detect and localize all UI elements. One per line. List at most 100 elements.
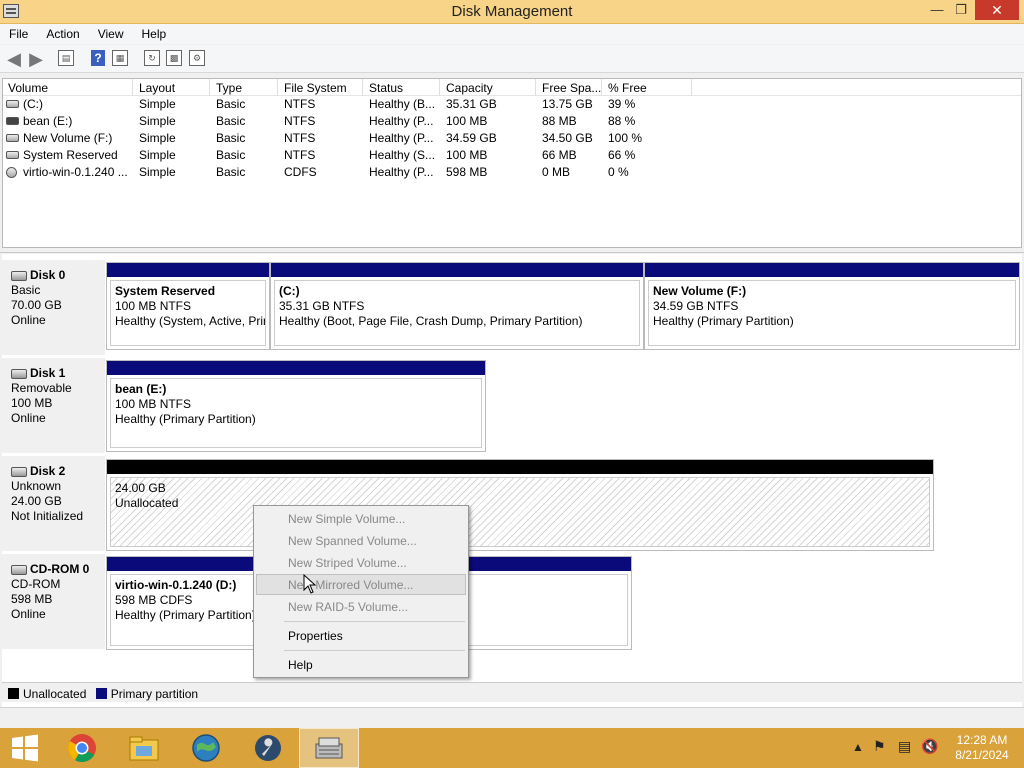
minimize-button[interactable]: —	[926, 0, 948, 20]
primary-partition-bar	[107, 263, 269, 277]
start-icon[interactable]	[0, 728, 50, 768]
clock-time: 12:28 AM	[956, 733, 1008, 747]
maximize-button[interactable]: ❐	[950, 0, 972, 20]
layout-cell: Simple	[139, 97, 176, 111]
type-cell: Basic	[216, 97, 246, 111]
layout-cell: Simple	[139, 148, 176, 162]
disk-2-name: Disk 2	[11, 464, 105, 479]
status-cell: Healthy (P...	[369, 165, 434, 179]
partition-body: System Reserved 100 MB NTFS Healthy (Sys…	[110, 280, 266, 346]
menu-item-help[interactable]: Help	[256, 654, 466, 675]
status-cell: Healthy (P...	[369, 131, 434, 145]
cdrom-0-label[interactable]: CD-ROM 0 CD-ROM 598 MB Online	[2, 554, 105, 650]
column-header-layout[interactable]: Layout	[134, 79, 210, 96]
volume-muted-icon[interactable]: 🔇	[921, 738, 938, 755]
rescan-disks-icon[interactable]: ▩	[166, 50, 182, 66]
partition-c[interactable]: (C:) 35.31 GB NTFS Healthy (Boot, Page F…	[270, 262, 644, 350]
table-row[interactable]: System Reserved Simple Basic NTFS Health…	[3, 147, 1021, 164]
disk-1-type: Removable	[11, 381, 72, 395]
menu-item-new-simple-volume[interactable]: New Simple Volume...	[256, 508, 466, 529]
clock-date: 8/21/2024	[955, 748, 1009, 762]
taskbar: ▲ ⚑ ▤ 🔇 12:28 AM 8/21/2024	[0, 728, 1024, 768]
column-header-volume[interactable]: Volume	[3, 79, 133, 96]
partition-name: New Volume (F:)	[653, 284, 747, 298]
disk-0-status: Online	[11, 313, 46, 327]
menu-item-new-striped-volume[interactable]: New Striped Volume...	[256, 552, 466, 573]
partition-name: (C:)	[279, 284, 300, 298]
disk-2-label[interactable]: Disk 2 Unknown 24.00 GB Not Initialized	[2, 456, 105, 552]
free-space-cell: 0 MB	[542, 165, 571, 179]
partition-status: Unallocated	[115, 496, 179, 510]
menu-help[interactable]: Help	[133, 24, 176, 41]
network-icon[interactable]: ▤	[898, 738, 911, 755]
column-header-capacity[interactable]: Capacity	[441, 79, 536, 96]
cdrom-0-type: CD-ROM	[11, 577, 61, 591]
forward-arrow-icon[interactable]: ▶	[27, 49, 45, 69]
toolbar: ◀ ▶ ▤ ? ▦ ↻ ▩ ⚙	[0, 45, 1024, 73]
menu-view[interactable]: View	[89, 24, 133, 41]
volume-list-header: Volume Layout Type File System Status Ca…	[3, 79, 1021, 96]
partition-unallocated[interactable]: 24.00 GB Unallocated	[106, 459, 934, 551]
disk-management-icon[interactable]	[299, 728, 359, 768]
menu-item-properties[interactable]: Properties	[256, 625, 466, 646]
disk-0-label[interactable]: Disk 0 Basic 70.00 GB Online	[2, 260, 105, 356]
status-bar	[0, 707, 1024, 728]
table-row[interactable]: (C:) Simple Basic NTFS Healthy (B... 35.…	[3, 96, 1021, 113]
tools-wrench-icon[interactable]	[238, 728, 298, 768]
file-system-cell: NTFS	[284, 97, 316, 111]
column-header-status[interactable]: Status	[364, 79, 440, 96]
cdrom-0-size: 598 MB	[11, 592, 53, 606]
volume-cell: System Reserved	[23, 148, 118, 162]
volume-cell: New Volume (F:)	[23, 131, 113, 145]
primary-partition-bar	[645, 263, 1019, 277]
settings-icon[interactable]: ⚙	[189, 50, 205, 66]
partition-bean-e[interactable]: bean (E:) 100 MB NTFS Healthy (Primary P…	[106, 360, 486, 452]
capacity-cell: 598 MB	[446, 165, 488, 179]
menu-item-new-mirrored-volume[interactable]: New Mirrored Volume...	[256, 574, 466, 595]
action-center-flag-icon[interactable]: ⚑	[873, 738, 886, 755]
back-arrow-icon[interactable]: ◀	[5, 49, 23, 69]
column-header-free-space[interactable]: Free Spa...	[537, 79, 602, 96]
show-hidden-icons-icon[interactable]: ▲	[852, 740, 864, 754]
partition-body: (C:) 35.31 GB NTFS Healthy (Boot, Page F…	[274, 280, 640, 346]
help-icon[interactable]: ?	[91, 50, 105, 66]
column-header-type[interactable]: Type	[211, 79, 278, 96]
column-header-file-system[interactable]: File System	[279, 79, 363, 96]
column-header-percent-free[interactable]: % Free	[603, 79, 692, 96]
partition-system-reserved[interactable]: System Reserved 100 MB NTFS Healthy (Sys…	[106, 262, 270, 350]
chrome-icon[interactable]	[52, 728, 112, 768]
menu-action[interactable]: Action	[37, 24, 88, 41]
partition-new-volume-f[interactable]: New Volume (F:) 34.59 GB NTFS Healthy (P…	[644, 262, 1020, 350]
network-globe-icon[interactable]	[176, 728, 236, 768]
table-row[interactable]: New Volume (F:) Simple Basic NTFS Health…	[3, 130, 1021, 147]
percent-free-cell: 88 %	[608, 114, 636, 128]
unallocated-swatch	[8, 688, 19, 699]
partition-size: 100 MB NTFS	[115, 299, 192, 313]
context-menu: New Simple Volume... New Spanned Volume.…	[253, 505, 469, 678]
table-row[interactable]: bean (E:) Simple Basic NTFS Healthy (P..…	[3, 113, 1021, 130]
taskbar-clock[interactable]: 12:28 AM 8/21/2024	[942, 733, 1022, 763]
properties-icon[interactable]: ▦	[112, 50, 128, 66]
disk-1-label[interactable]: Disk 1 Removable 100 MB Online	[2, 358, 105, 454]
file-system-cell: NTFS	[284, 131, 316, 145]
disk-0-name: Disk 0	[11, 268, 105, 283]
partition-size: 100 MB NTFS	[115, 397, 192, 411]
type-cell: Basic	[216, 148, 246, 162]
table-row[interactable]: virtio-win-0.1.240 ... Simple Basic CDFS…	[3, 164, 1021, 181]
pane-splitter[interactable]	[0, 249, 1024, 253]
percent-free-cell: 100 %	[608, 131, 643, 145]
percent-free-cell: 39 %	[608, 97, 636, 111]
volume-list[interactable]: Volume Layout Type File System Status Ca…	[2, 78, 1022, 248]
menu-item-new-spanned-volume[interactable]: New Spanned Volume...	[256, 530, 466, 551]
partition-size: 34.59 GB NTFS	[653, 299, 739, 313]
menu-item-new-raid5-volume[interactable]: New RAID-5 Volume...	[256, 596, 466, 617]
file-explorer-icon[interactable]	[114, 728, 174, 768]
console-tree-icon[interactable]: ▤	[58, 50, 74, 66]
disk-2-status: Not Initialized	[11, 509, 84, 523]
primary-swatch	[95, 688, 107, 699]
layout-cell: Simple	[139, 114, 176, 128]
menu-file[interactable]: File	[0, 24, 37, 41]
close-button[interactable]: ✕	[975, 0, 1019, 20]
refresh-icon[interactable]: ↻	[144, 50, 160, 66]
legend: Unallocated Primary partition	[2, 682, 1022, 702]
